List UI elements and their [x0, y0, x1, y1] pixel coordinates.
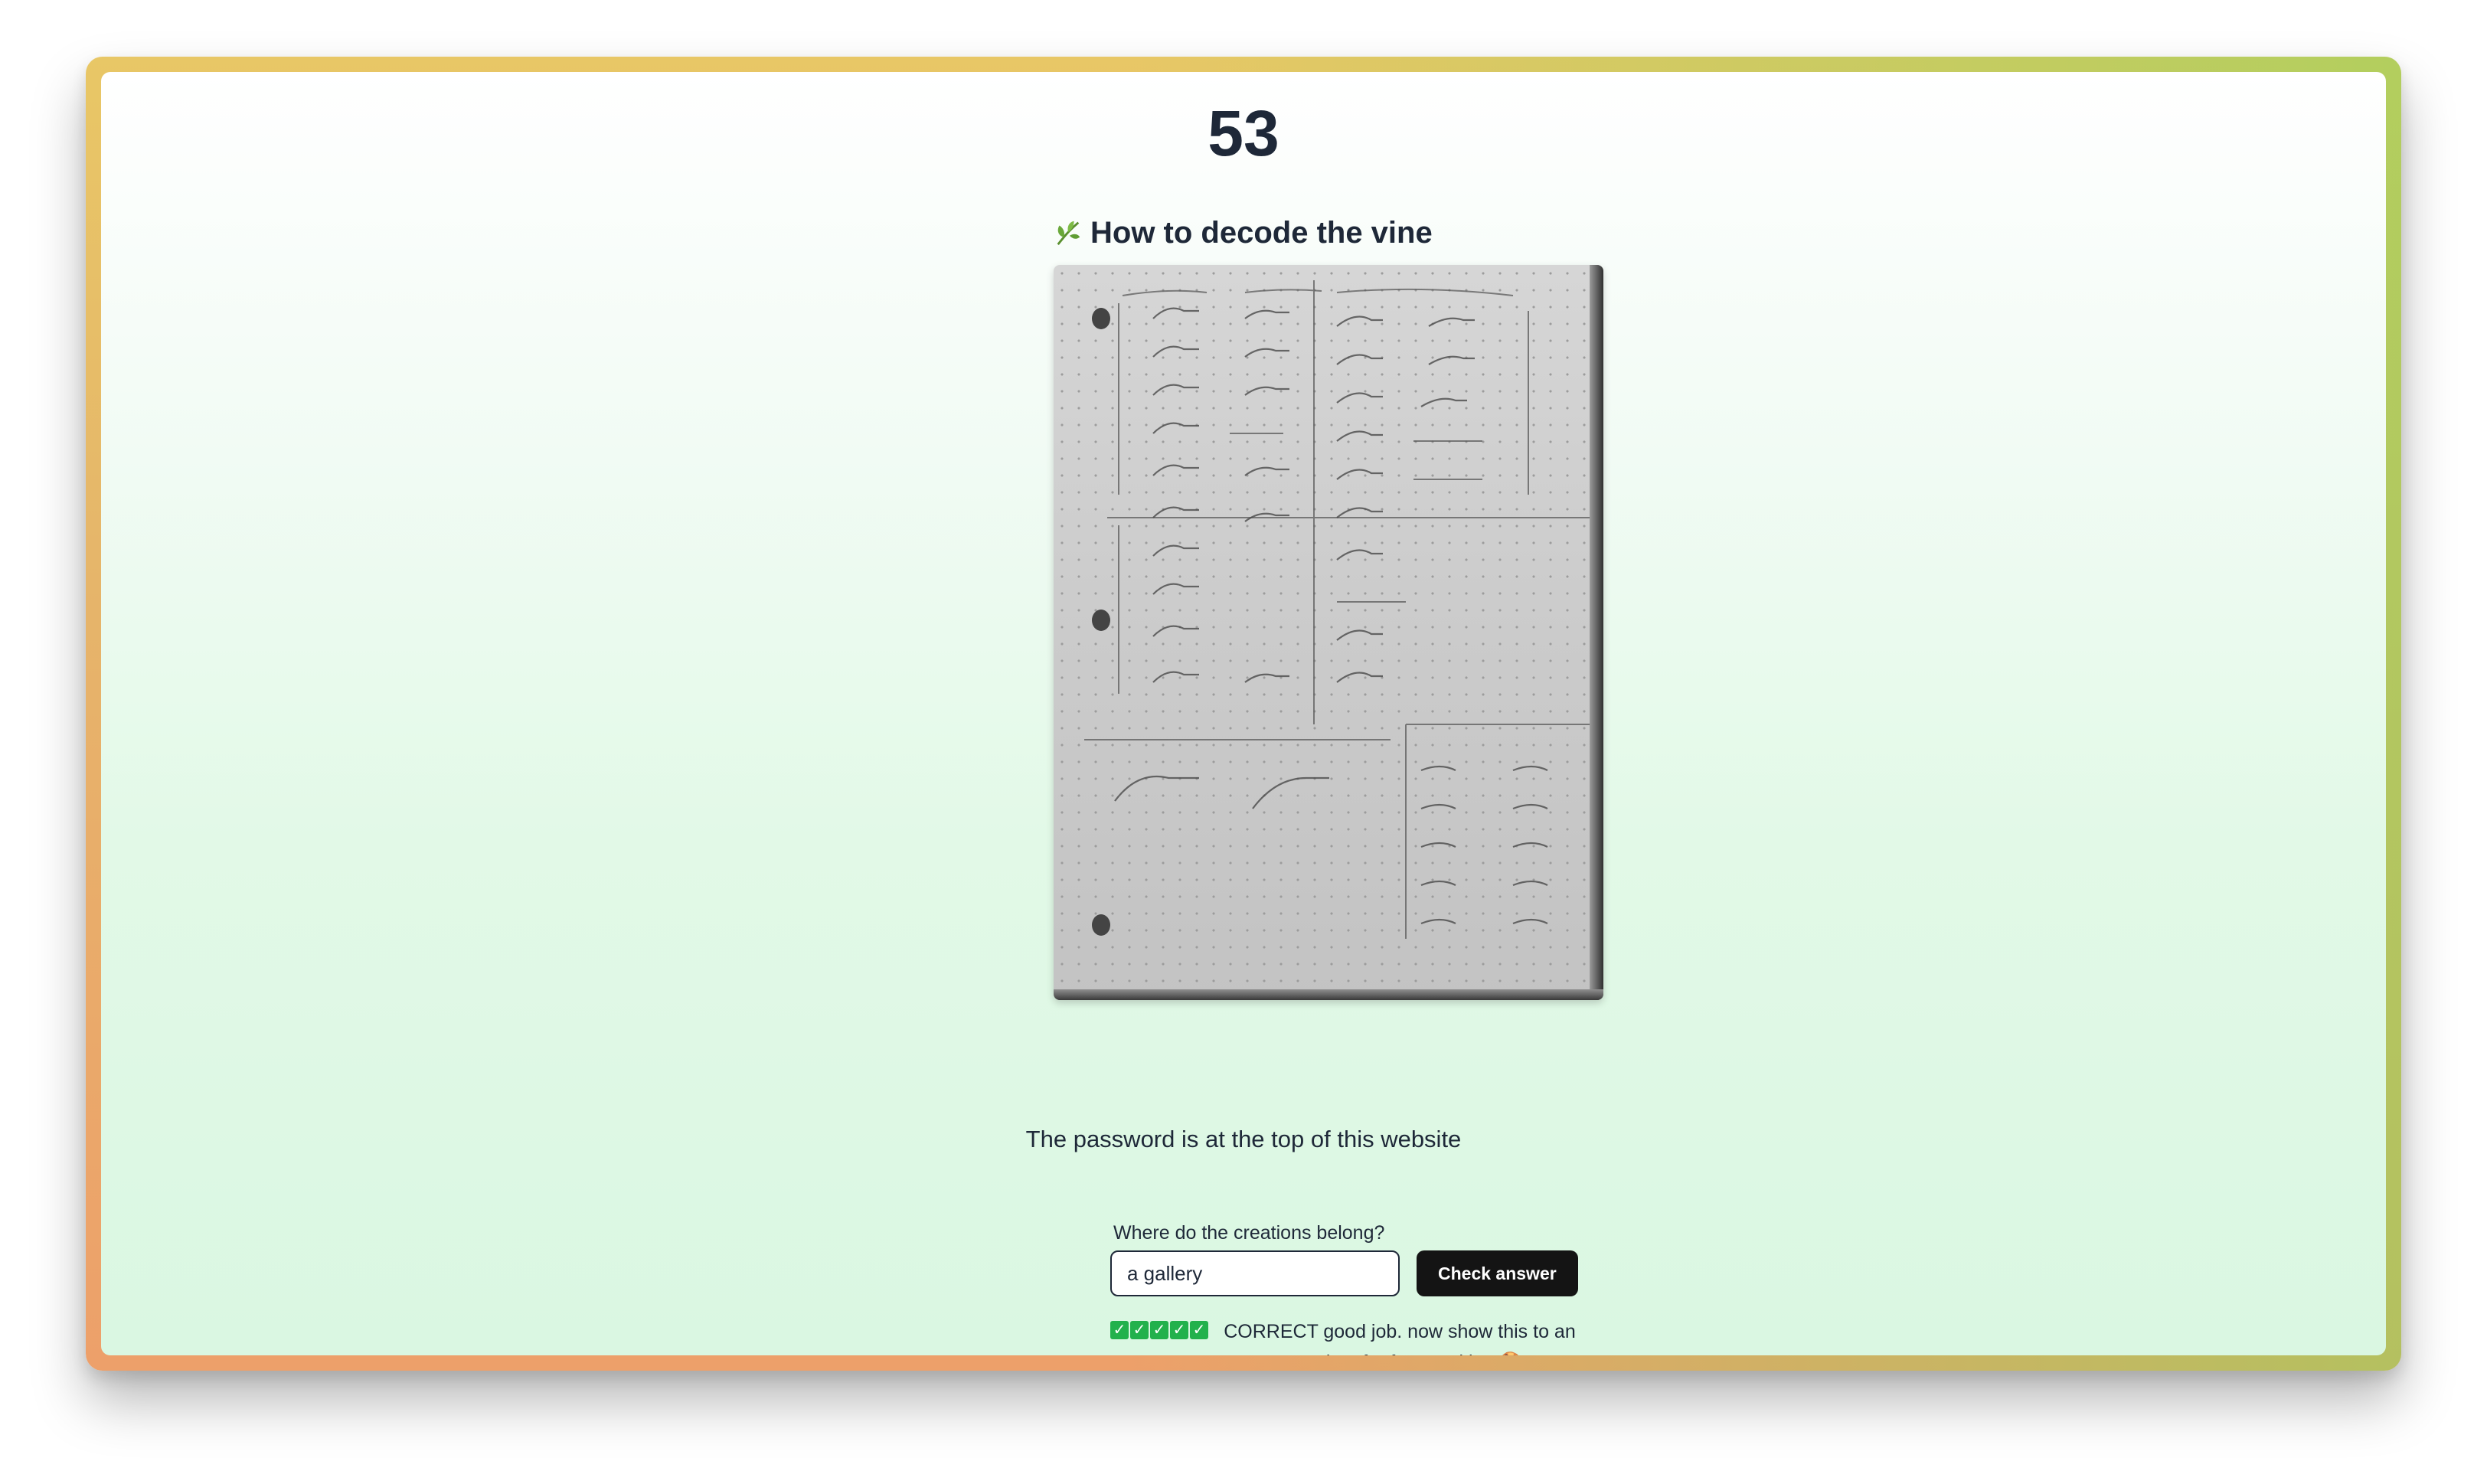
page-number: 53: [1208, 97, 1279, 169]
photo-edge: [1054, 989, 1603, 1000]
check-answer-button[interactable]: Check answer: [1417, 1250, 1578, 1296]
leaf-icon: [1057, 221, 1080, 246]
answer-input[interactable]: [1110, 1250, 1400, 1296]
answer-row: Check answer: [1110, 1250, 1585, 1296]
result-text: CORRECT good job. now show this to an or…: [1224, 1321, 1576, 1355]
section-heading: How to decode the vine: [1054, 210, 1603, 256]
question-label: Where do the creations belong?: [1113, 1222, 1385, 1244]
photo-edge: [1590, 265, 1603, 1000]
checkmark-icons: ✓ ✓ ✓ ✓ ✓: [1110, 1321, 1208, 1339]
answer-form: Where do the creations belong? Check ans…: [1110, 1222, 1585, 1355]
check-mark-icon: ✓: [1130, 1321, 1149, 1339]
decode-section: How to decode the vine: [1054, 210, 1603, 1000]
browser-frame: 53 How to decode the vine The password i…: [86, 57, 2401, 1371]
section-title: How to decode the vine: [1090, 215, 1433, 250]
result-message: ✓ ✓ ✓ ✓ ✓ CORRECT good job. now show this to…: [1110, 1316, 1585, 1355]
page-window: 53 How to decode the vine The password i…: [101, 72, 2386, 1355]
check-mark-icon: ✓: [1190, 1321, 1208, 1339]
check-mark-icon: ✓: [1170, 1321, 1188, 1339]
vine-decoder-notes-photo: [1054, 265, 1603, 1000]
check-mark-icon: ✓: [1150, 1321, 1168, 1339]
handwritten-vine-sketches: [1084, 280, 1590, 939]
check-mark-icon: ✓: [1110, 1321, 1129, 1339]
password-hint: The password is at the top of this websi…: [1025, 1126, 1462, 1152]
